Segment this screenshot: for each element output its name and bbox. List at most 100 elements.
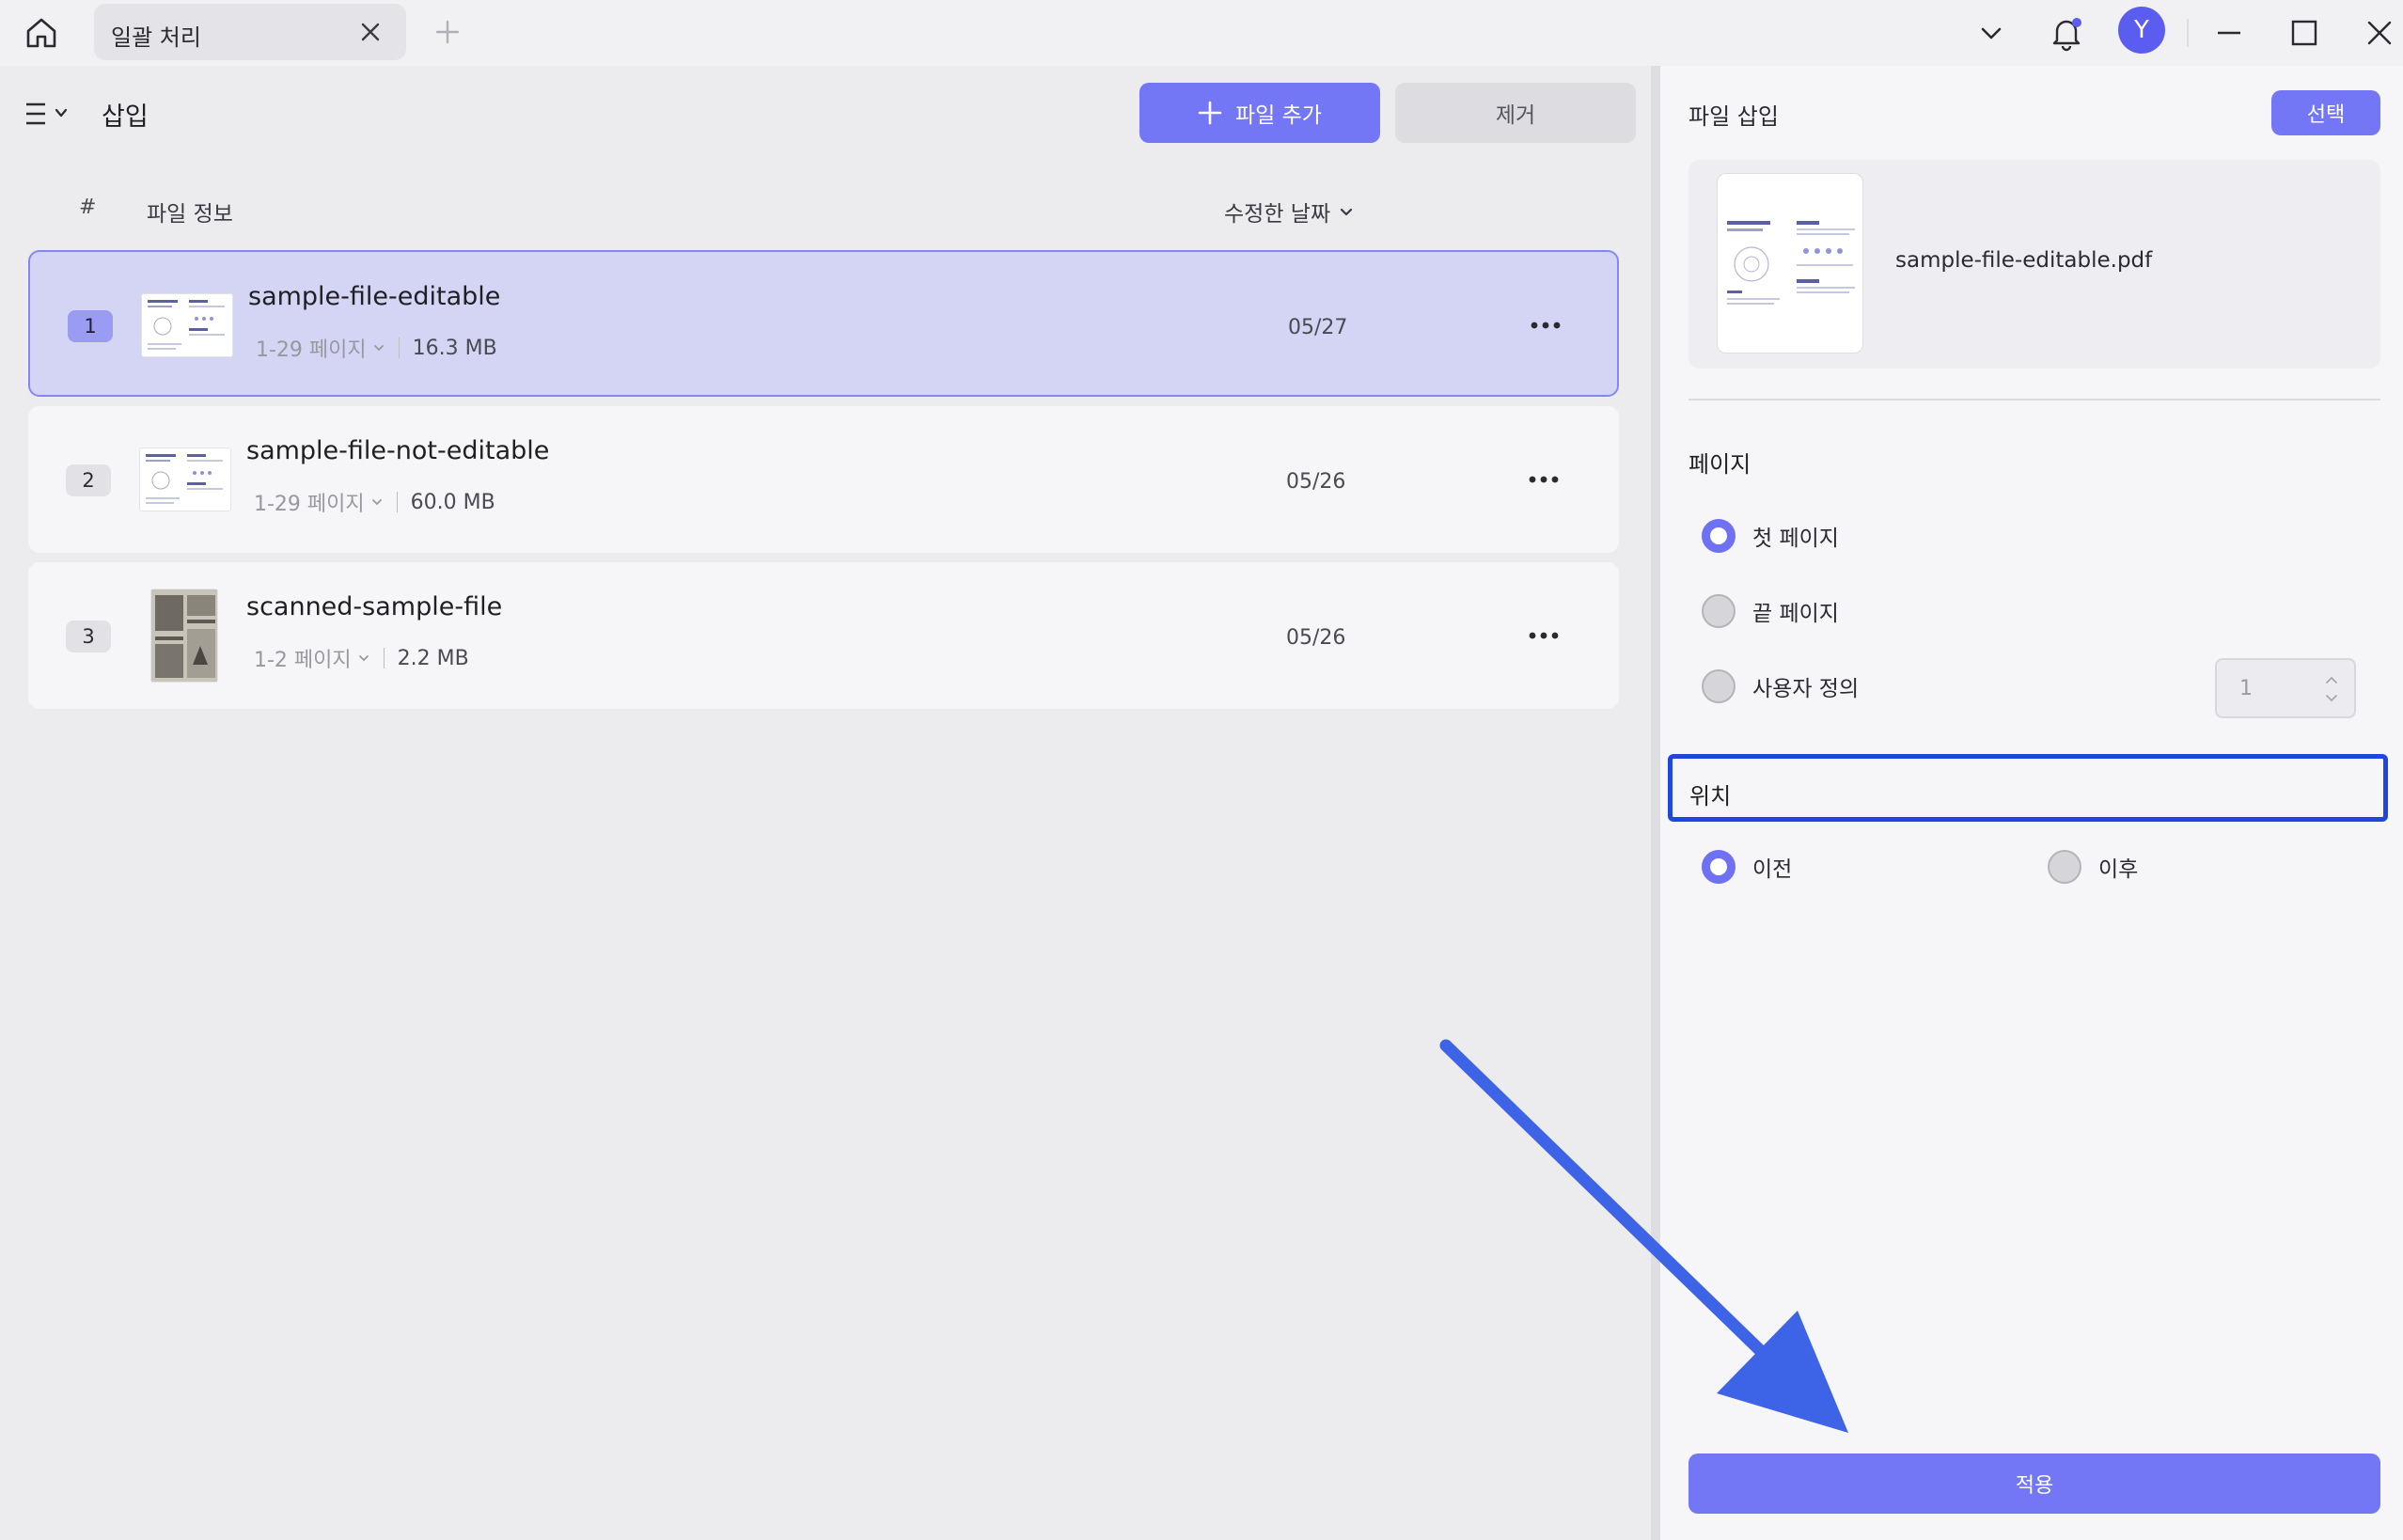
table-row[interactable]: 2 sample-file-not-editable 1-29 페이지 60.0… xyxy=(28,406,1619,553)
file-name: scanned-sample-file xyxy=(246,592,503,621)
file-date: 05/27 xyxy=(1288,316,1348,339)
more-options-button[interactable] xyxy=(1521,461,1566,498)
column-header-number: # xyxy=(79,196,97,219)
radio-button[interactable] xyxy=(1702,669,1736,703)
file-size: 16.3 MB xyxy=(412,336,497,360)
chevron-down-icon xyxy=(1341,208,1353,216)
radio-button-checked[interactable] xyxy=(1702,519,1736,553)
custom-page-stepper[interactable]: 1 xyxy=(2215,658,2356,718)
remove-button[interactable]: 제거 xyxy=(1395,83,1636,143)
column-header-date-label: 수정한 날짜 xyxy=(1224,202,1331,227)
radio-before[interactable]: 이전 xyxy=(1702,850,1792,884)
page-title: 삽입 xyxy=(102,102,149,132)
title-bar: 일괄 처리 Y xyxy=(0,0,2403,66)
radio-label: 끝 페이지 xyxy=(1752,602,1839,626)
minimize-button[interactable] xyxy=(2206,9,2253,56)
file-meta: 1-29 페이지 60.0 MB xyxy=(254,487,495,517)
row-index: 3 xyxy=(66,621,111,652)
file-thumbnail xyxy=(150,589,218,683)
file-thumbnail xyxy=(1717,173,1863,354)
page-range-dropdown[interactable]: 1-2 페이지 xyxy=(254,643,352,673)
chevron-down-icon xyxy=(371,499,382,506)
apply-button[interactable]: 적용 xyxy=(1688,1454,2380,1514)
more-options-button[interactable] xyxy=(1523,306,1568,344)
stepper-value: 1 xyxy=(2239,677,2253,700)
file-date: 05/26 xyxy=(1286,626,1346,650)
home-button[interactable] xyxy=(15,9,68,56)
more-horizontal-icon xyxy=(1529,476,1559,483)
plus-icon xyxy=(435,20,460,44)
position-section-title: 위치 xyxy=(1689,783,1732,809)
tab-batch-process[interactable]: 일괄 처리 xyxy=(94,4,406,60)
maximize-button[interactable] xyxy=(2281,9,2328,56)
page-range-dropdown[interactable]: 1-29 페이지 xyxy=(254,487,365,517)
close-icon xyxy=(2367,21,2392,45)
page-section-title: 페이지 xyxy=(1688,451,1751,478)
file-thumbnail xyxy=(139,448,231,511)
radio-button[interactable] xyxy=(1702,594,1736,628)
home-icon xyxy=(26,18,56,48)
chevron-down-icon xyxy=(1981,27,2002,39)
file-date: 05/26 xyxy=(1286,470,1346,494)
radio-first-page[interactable]: 첫 페이지 xyxy=(1702,519,1839,553)
radio-button[interactable] xyxy=(2048,850,2081,884)
table-row[interactable]: 1 sample-file-editable 1-29 페이지 16.3 MB … xyxy=(28,250,1619,397)
section-divider xyxy=(1688,399,2380,401)
menu-button[interactable] xyxy=(24,98,77,130)
maximize-icon xyxy=(2291,20,2317,46)
add-file-label: 파일 추가 xyxy=(1235,103,1322,128)
titlebar-separator xyxy=(2187,19,2189,47)
radio-label: 이전 xyxy=(1752,857,1793,882)
radio-custom-page[interactable]: 사용자 정의 xyxy=(1702,669,1859,703)
chevron-down-icon xyxy=(358,655,369,662)
dropdown-button[interactable] xyxy=(1968,9,2015,56)
menu-icon xyxy=(26,102,68,125)
page-range-dropdown[interactable]: 1-29 페이지 xyxy=(256,333,367,363)
file-meta: 1-29 페이지 16.3 MB xyxy=(256,333,497,363)
close-icon xyxy=(361,23,380,41)
file-thumbnail xyxy=(141,293,233,357)
radio-last-page[interactable]: 끝 페이지 xyxy=(1702,594,1839,628)
column-header-file-info: 파일 정보 xyxy=(147,202,233,227)
radio-label: 이후 xyxy=(2098,857,2139,882)
file-size: 60.0 MB xyxy=(410,490,495,514)
radio-after[interactable]: 이후 xyxy=(2048,850,2138,884)
window-close-button[interactable] xyxy=(2356,9,2403,56)
chevron-down-icon xyxy=(373,345,384,352)
insert-file-title: 파일 삽입 xyxy=(1688,103,1779,130)
notification-button[interactable] xyxy=(2043,9,2090,56)
selected-file-name: sample-file-editable.pdf xyxy=(1895,248,2153,273)
bell-icon xyxy=(2052,18,2081,52)
meta-separator xyxy=(396,492,398,512)
file-list-panel: 삽입 파일 추가 제거 # 파일 정보 수정한 날짜 1 sample-file… xyxy=(0,66,1651,1540)
more-horizontal-icon xyxy=(1531,322,1561,329)
radio-label: 첫 페이지 xyxy=(1752,526,1839,551)
meta-separator xyxy=(383,648,385,668)
file-name: sample-file-not-editable xyxy=(246,436,550,465)
stepper-arrows-icon[interactable] xyxy=(2322,668,2341,711)
panel-divider[interactable] xyxy=(1651,66,1660,1540)
meta-separator xyxy=(398,338,400,358)
insert-settings-panel: 파일 삽입 선택 sample-file-editable.pdf 페이지 첫 … xyxy=(1660,66,2403,1540)
file-name: sample-file-editable xyxy=(248,282,501,311)
file-size: 2.2 MB xyxy=(397,646,469,670)
user-avatar[interactable]: Y xyxy=(2118,7,2165,54)
row-index: 1 xyxy=(68,310,113,342)
radio-button-checked[interactable] xyxy=(1702,850,1736,884)
new-tab-button[interactable] xyxy=(429,13,466,51)
add-file-button[interactable]: 파일 추가 xyxy=(1139,83,1380,143)
plus-icon xyxy=(1198,101,1222,125)
file-meta: 1-2 페이지 2.2 MB xyxy=(254,643,469,673)
radio-label: 사용자 정의 xyxy=(1752,677,1860,701)
minimize-icon xyxy=(2218,31,2240,35)
tab-close-button[interactable] xyxy=(353,15,387,49)
row-index: 2 xyxy=(66,464,111,496)
select-file-button[interactable]: 선택 xyxy=(2271,90,2380,135)
selected-file-card: sample-file-editable.pdf xyxy=(1688,160,2380,369)
table-row[interactable]: 3 scanned-sample-file 1-2 페이지 2.2 MB 05/… xyxy=(28,562,1619,709)
more-options-button[interactable] xyxy=(1521,617,1566,654)
more-horizontal-icon xyxy=(1529,632,1559,639)
tab-label: 일괄 처리 xyxy=(111,24,201,51)
position-section-header: 위치 xyxy=(1668,754,2388,822)
column-header-modified-date[interactable]: 수정한 날짜 xyxy=(1224,196,1355,228)
